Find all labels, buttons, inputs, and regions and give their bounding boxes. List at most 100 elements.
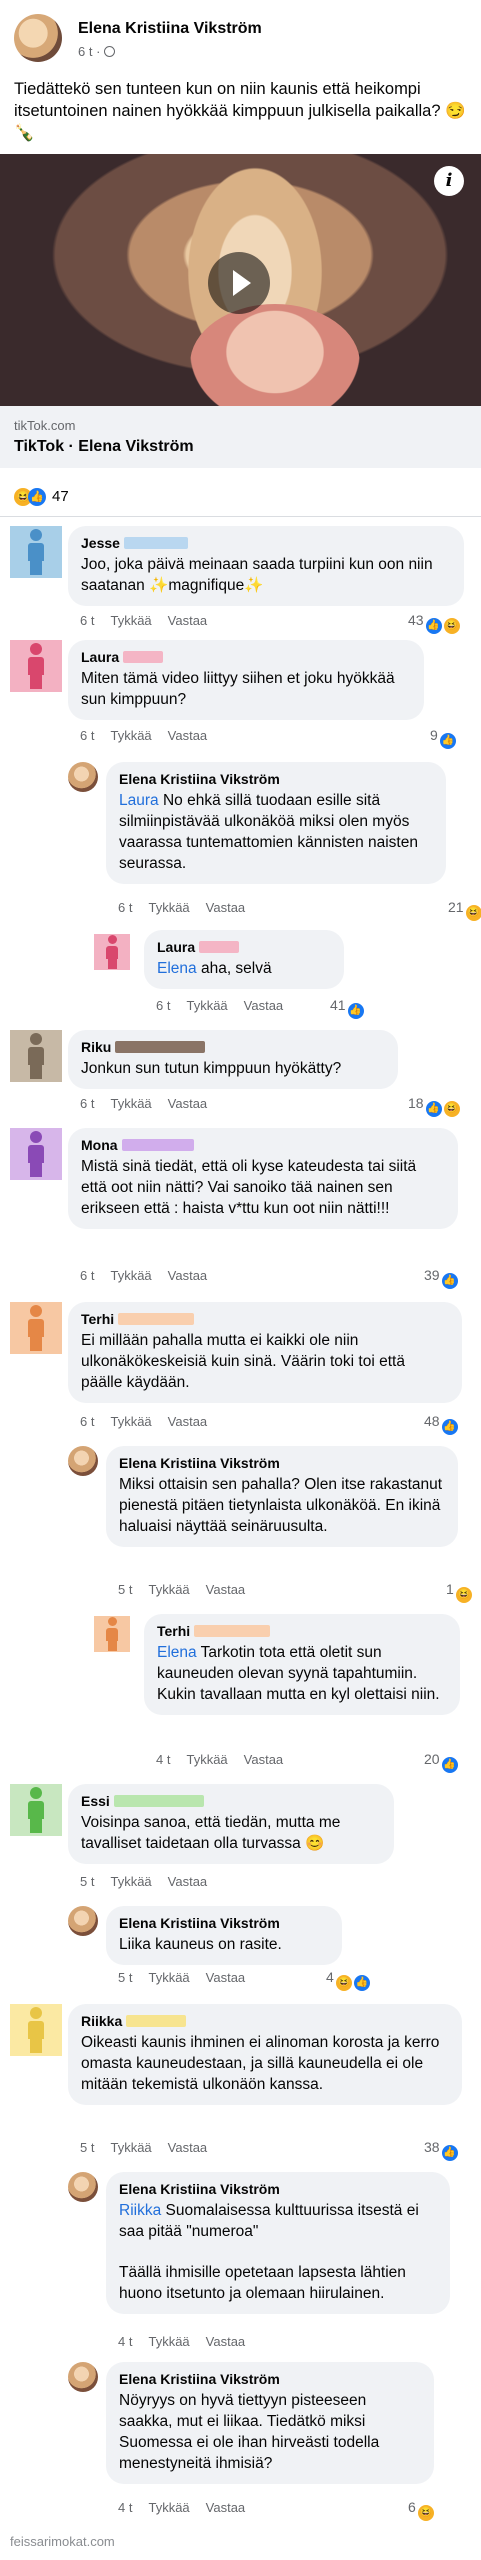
- reply-button[interactable]: Vastaa: [168, 1414, 208, 1429]
- comment-time[interactable]: 6 t: [80, 1414, 94, 1429]
- avatar[interactable]: [68, 1906, 98, 1936]
- comment-bubble: Laura Miten tämä video liittyy siihen et…: [68, 640, 424, 720]
- mention-link[interactable]: Elena: [157, 1644, 197, 1661]
- comment-time[interactable]: 6 t: [118, 900, 132, 915]
- comment-author[interactable]: Laura: [157, 939, 331, 955]
- like-button[interactable]: Tykkää: [110, 1414, 151, 1429]
- reply-button[interactable]: Vastaa: [206, 2500, 246, 2515]
- comment-reactions[interactable]: 20 👍: [424, 1751, 458, 1773]
- comment-author[interactable]: Elena Kristiina Vikström: [119, 2371, 421, 2387]
- comment-author[interactable]: Elena Kristiina Vikström: [119, 1455, 445, 1471]
- like-button[interactable]: Tykkää: [148, 2500, 189, 2515]
- mention-link[interactable]: Laura: [119, 792, 159, 809]
- like-button[interactable]: Tykkää: [186, 998, 227, 1013]
- comment-reactions[interactable]: 1 😆: [446, 1581, 472, 1603]
- comment-text: Laura No ehkä sillä tuodaan esille sitä …: [119, 792, 418, 872]
- comment-author[interactable]: Elena Kristiina Vikström: [119, 1915, 329, 1931]
- reply-button[interactable]: Vastaa: [206, 900, 246, 915]
- reply-button[interactable]: Vastaa: [168, 1874, 208, 1889]
- reply-button[interactable]: Vastaa: [168, 613, 208, 628]
- comment-author[interactable]: Terhi: [81, 1311, 449, 1327]
- like-button[interactable]: Tykkää: [110, 2140, 151, 2155]
- like-button[interactable]: Tykkää: [110, 1096, 151, 1111]
- comment-reactions[interactable]: 38 👍: [424, 2139, 458, 2161]
- comment-reactions[interactable]: 18 👍 😆: [408, 1095, 460, 1117]
- avatar[interactable]: [10, 2004, 62, 2056]
- avatar[interactable]: [68, 2172, 98, 2202]
- avatar[interactable]: [10, 1128, 62, 1180]
- avatar[interactable]: [10, 526, 62, 578]
- avatar[interactable]: [10, 1784, 62, 1836]
- comment-reactions[interactable]: 6 😆: [408, 2499, 434, 2521]
- comment-time[interactable]: 6 t: [80, 1268, 94, 1283]
- comment-time[interactable]: 6 t: [156, 998, 170, 1013]
- comment-reactions[interactable]: 21 😆: [448, 899, 481, 921]
- avatar[interactable]: [94, 1616, 130, 1652]
- comment-author[interactable]: Elena Kristiina Vikström: [119, 2181, 437, 2197]
- reply-button[interactable]: Vastaa: [206, 1970, 246, 1985]
- avatar[interactable]: [10, 1302, 62, 1354]
- reply-button[interactable]: Vastaa: [244, 1752, 284, 1767]
- comment-time[interactable]: 6 t: [80, 613, 94, 628]
- avatar[interactable]: [94, 934, 130, 970]
- comment-author[interactable]: Essi: [81, 1793, 381, 1809]
- like-button[interactable]: Tykkää: [186, 1752, 227, 1767]
- comment-time[interactable]: 4 t: [118, 2500, 132, 2515]
- comment-actions: 5 t Tykkää Vastaa: [118, 1582, 261, 1597]
- comment-author[interactable]: Riku: [81, 1039, 385, 1055]
- info-icon[interactable]: i: [434, 166, 464, 196]
- comment-time[interactable]: 4 t: [156, 1752, 170, 1767]
- comment-bubble: Elena Kristiina Vikström Laura No ehkä s…: [106, 762, 446, 884]
- post-author-name[interactable]: Elena Kristiina Vikström: [78, 20, 262, 38]
- comment-author[interactable]: Riikka: [81, 2013, 449, 2029]
- like-button[interactable]: Tykkää: [110, 613, 151, 628]
- avatar[interactable]: [68, 762, 98, 792]
- comment-time[interactable]: 6 t: [80, 1096, 94, 1111]
- like-button[interactable]: Tykkää: [148, 1582, 189, 1597]
- comment-reactions[interactable]: 43 👍 😆: [408, 612, 460, 634]
- author-avatar[interactable]: [14, 14, 62, 62]
- like-button[interactable]: Tykkää: [148, 1970, 189, 1985]
- comment-time[interactable]: 6 t: [80, 728, 94, 743]
- comment-time[interactable]: 5 t: [118, 1970, 132, 1985]
- reply-button[interactable]: Vastaa: [168, 728, 208, 743]
- comment-time[interactable]: 5 t: [80, 2140, 94, 2155]
- comment-reactions[interactable]: 39 👍: [424, 1267, 458, 1289]
- avatar[interactable]: [10, 1030, 62, 1082]
- comment-reactions[interactable]: 4 😆 👍: [326, 1969, 370, 1991]
- post-time[interactable]: 6 t: [78, 44, 92, 59]
- comment-reactions[interactable]: 41 👍: [330, 997, 364, 1019]
- like-button[interactable]: Tykkää: [148, 2334, 189, 2349]
- comment-actions: 4 t Tykkää Vastaa: [118, 2334, 261, 2349]
- reply-button[interactable]: Vastaa: [206, 1582, 246, 1597]
- comment-author[interactable]: Jesse: [81, 535, 451, 551]
- comment-author[interactable]: Elena Kristiina Vikström: [119, 771, 433, 787]
- reply-button[interactable]: Vastaa: [168, 2140, 208, 2155]
- comment-reactions[interactable]: 9 👍: [430, 727, 456, 749]
- reply-button[interactable]: Vastaa: [168, 1096, 208, 1111]
- comment-author[interactable]: Terhi: [157, 1623, 447, 1639]
- comment-bubble: Elena Kristiina Vikström Miksi ottaisin …: [106, 1446, 458, 1547]
- comment-time[interactable]: 5 t: [80, 1874, 94, 1889]
- comment-reactions[interactable]: 48 👍: [424, 1413, 458, 1435]
- mention-link[interactable]: Elena: [157, 960, 197, 977]
- comment-time[interactable]: 5 t: [118, 1582, 132, 1597]
- avatar[interactable]: [68, 2362, 98, 2392]
- like-button[interactable]: Tykkää: [110, 728, 151, 743]
- avatar[interactable]: [10, 640, 62, 692]
- reply-button[interactable]: Vastaa: [168, 1268, 208, 1283]
- reply-button[interactable]: Vastaa: [206, 2334, 246, 2349]
- like-button[interactable]: Tykkää: [110, 1268, 151, 1283]
- comment-author[interactable]: Mona: [81, 1137, 445, 1153]
- link-preview[interactable]: tikTok.com TikTok · Elena Vikström: [0, 406, 481, 468]
- like-button[interactable]: Tykkää: [148, 900, 189, 915]
- comment-time[interactable]: 4 t: [118, 2334, 132, 2349]
- like-button[interactable]: Tykkää: [110, 1874, 151, 1889]
- play-icon[interactable]: [208, 252, 270, 314]
- reply-button[interactable]: Vastaa: [244, 998, 284, 1013]
- reactions-count: 47: [52, 488, 69, 505]
- comment-author[interactable]: Laura: [81, 649, 411, 665]
- avatar[interactable]: [68, 1446, 98, 1476]
- mention-link[interactable]: Riikka: [119, 2202, 161, 2219]
- like-reaction-icon: 👍: [439, 733, 456, 749]
